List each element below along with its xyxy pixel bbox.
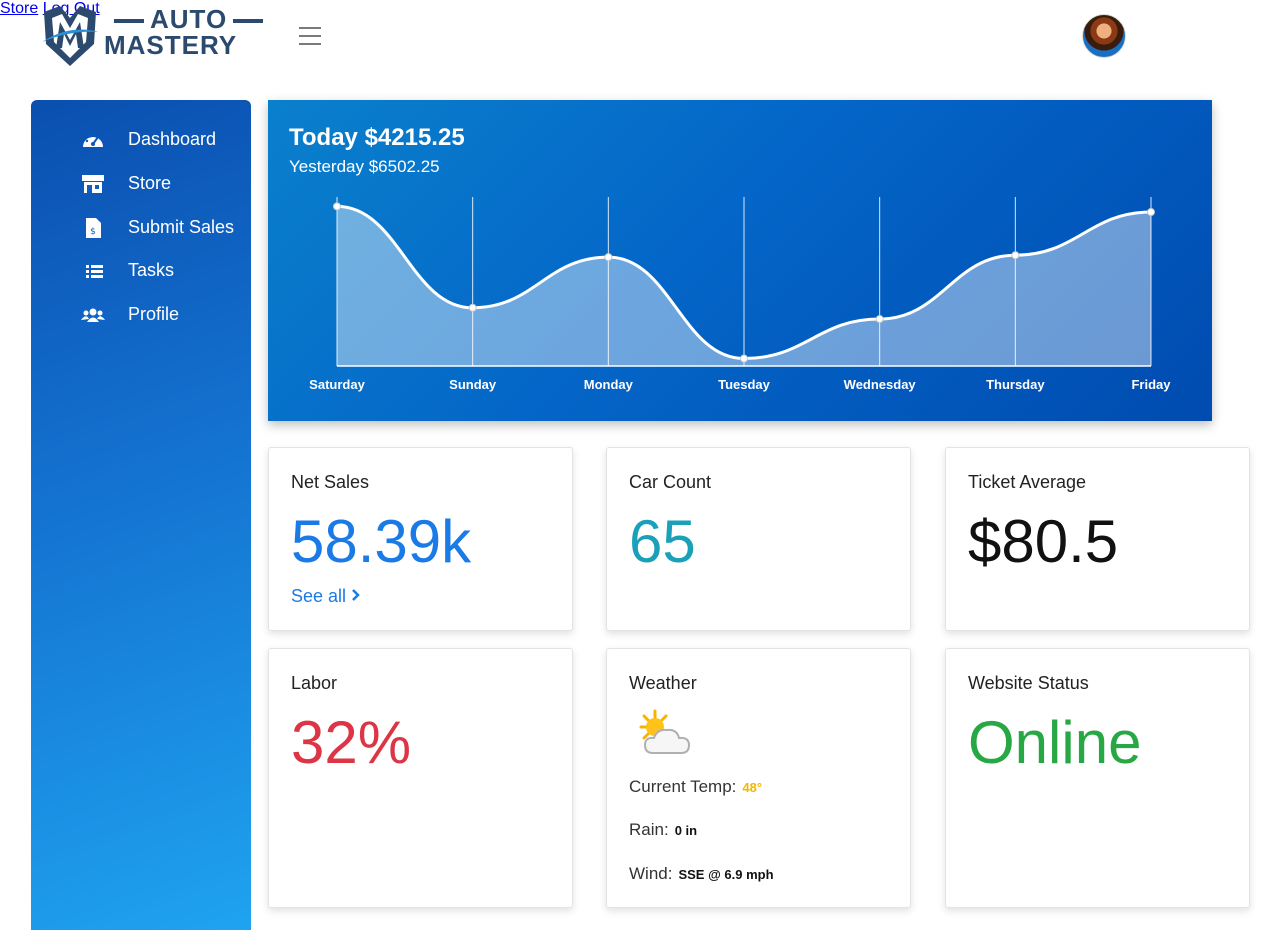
sidebar-item-profile[interactable]: Profile: [31, 300, 251, 330]
card-title: Labor: [291, 673, 338, 693]
rain-label: Rain:: [629, 820, 669, 839]
logo-line1: AUTO: [104, 6, 269, 32]
chart-point: [875, 315, 884, 324]
invoice-icon: $: [86, 218, 101, 238]
sidebar-item-submit-sales[interactable]: $ Submit Sales: [31, 213, 251, 243]
list-icon: [86, 265, 103, 278]
chart-point: [740, 354, 748, 363]
card-title: Car Count: [629, 472, 712, 492]
chart-x-tick-label: Monday: [584, 377, 634, 392]
partly-cloudy-icon: [639, 709, 691, 754]
logo-text: AUTO MASTERY: [104, 6, 269, 58]
ticket-average-card: Ticket Average $80.5: [945, 447, 1250, 631]
card-title: Net Sales: [291, 472, 370, 492]
speedometer-icon: [83, 133, 103, 147]
chart-point: [1147, 208, 1155, 217]
see-all-label: See all: [291, 586, 347, 606]
rain-row: Rain: 0 in: [629, 820, 697, 840]
sales-area-chart: Saturday Sunday Monday Tuesday Wednesday Thur…: [309, 197, 1171, 392]
card-title: Website Status: [968, 673, 1089, 693]
temp-value: 48°: [742, 780, 763, 795]
sidebar: Dashboard Store $ Submit Sales Tasks Pro…: [31, 100, 251, 930]
temp-label: Current Temp:: [629, 777, 737, 796]
sidebar-item-dashboard[interactable]: Dashboard: [31, 125, 251, 155]
avatar[interactable]: [1082, 14, 1126, 58]
website-status-value: Online: [968, 709, 1142, 776]
top-bar: AUTO MASTERY Store Log Out: [0, 0, 1265, 75]
card-title: Ticket Average: [968, 472, 1087, 492]
chart-point: [333, 202, 341, 211]
sidebar-item-label: Dashboard: [128, 129, 217, 149]
current-temp-row: Current Temp: 48°: [629, 777, 762, 797]
chart-x-tick-label: Tuesday: [718, 377, 771, 392]
sidebar-item-label: Tasks: [128, 260, 175, 280]
chart-x-tick-label: Saturday: [309, 377, 365, 392]
labor-value: 32%: [291, 709, 412, 776]
labor-card: Labor 32%: [268, 648, 573, 908]
chart-x-tick-label: Friday: [1131, 377, 1171, 392]
chart-point: [468, 303, 477, 312]
see-all-link[interactable]: See all: [291, 586, 361, 607]
sidebar-item-label: Store: [128, 173, 172, 193]
users-icon: [81, 308, 105, 322]
nav-store-link[interactable]: Store: [0, 0, 38, 17]
chart-point: [1011, 251, 1020, 260]
weather-card: Weather Current Temp: 48° Rain: 0 in Wind:…: [606, 648, 911, 908]
website-status-card: Website Status Online: [945, 648, 1250, 908]
logo-line2: MASTERY: [104, 30, 238, 60]
car-count-value: 65: [629, 508, 696, 575]
rain-value: 0 in: [674, 823, 698, 838]
chevron-right-icon: [352, 589, 360, 601]
sidebar-item-tasks[interactable]: Tasks: [31, 256, 251, 286]
sidebar-item-label: Submit Sales: [128, 217, 235, 237]
wind-row: Wind: SSE @ 6.9 mph: [629, 864, 774, 884]
wind-value: SSE @ 6.9 mph: [678, 867, 774, 882]
logo[interactable]: AUTO MASTERY: [38, 4, 283, 68]
store-icon: [82, 175, 104, 193]
sidebar-item-store[interactable]: Store: [31, 169, 251, 199]
wind-label: Wind:: [629, 864, 673, 883]
card-title: Weather: [629, 673, 697, 693]
svg-text:$: $: [90, 227, 96, 237]
chart-x-tick-label: Sunday: [449, 377, 497, 392]
hamburger-menu-icon[interactable]: [299, 27, 321, 45]
chart-x-tick-label: Wednesday: [844, 377, 917, 392]
car-count-card: Car Count 65: [606, 447, 911, 631]
logo-mark-icon: [42, 6, 98, 66]
chart-point: [604, 253, 613, 262]
sales-chart-card: Today $4215.25 Yesterday $6502.25 Saturd…: [268, 100, 1212, 421]
ticket-average-value: $80.5: [968, 508, 1119, 575]
net-sales-value: 58.39k: [291, 508, 472, 575]
sidebar-item-label: Profile: [128, 304, 180, 324]
chart-x-tick-label: Thursday: [986, 377, 1045, 392]
net-sales-card: Net Sales 58.39k See all: [268, 447, 573, 631]
